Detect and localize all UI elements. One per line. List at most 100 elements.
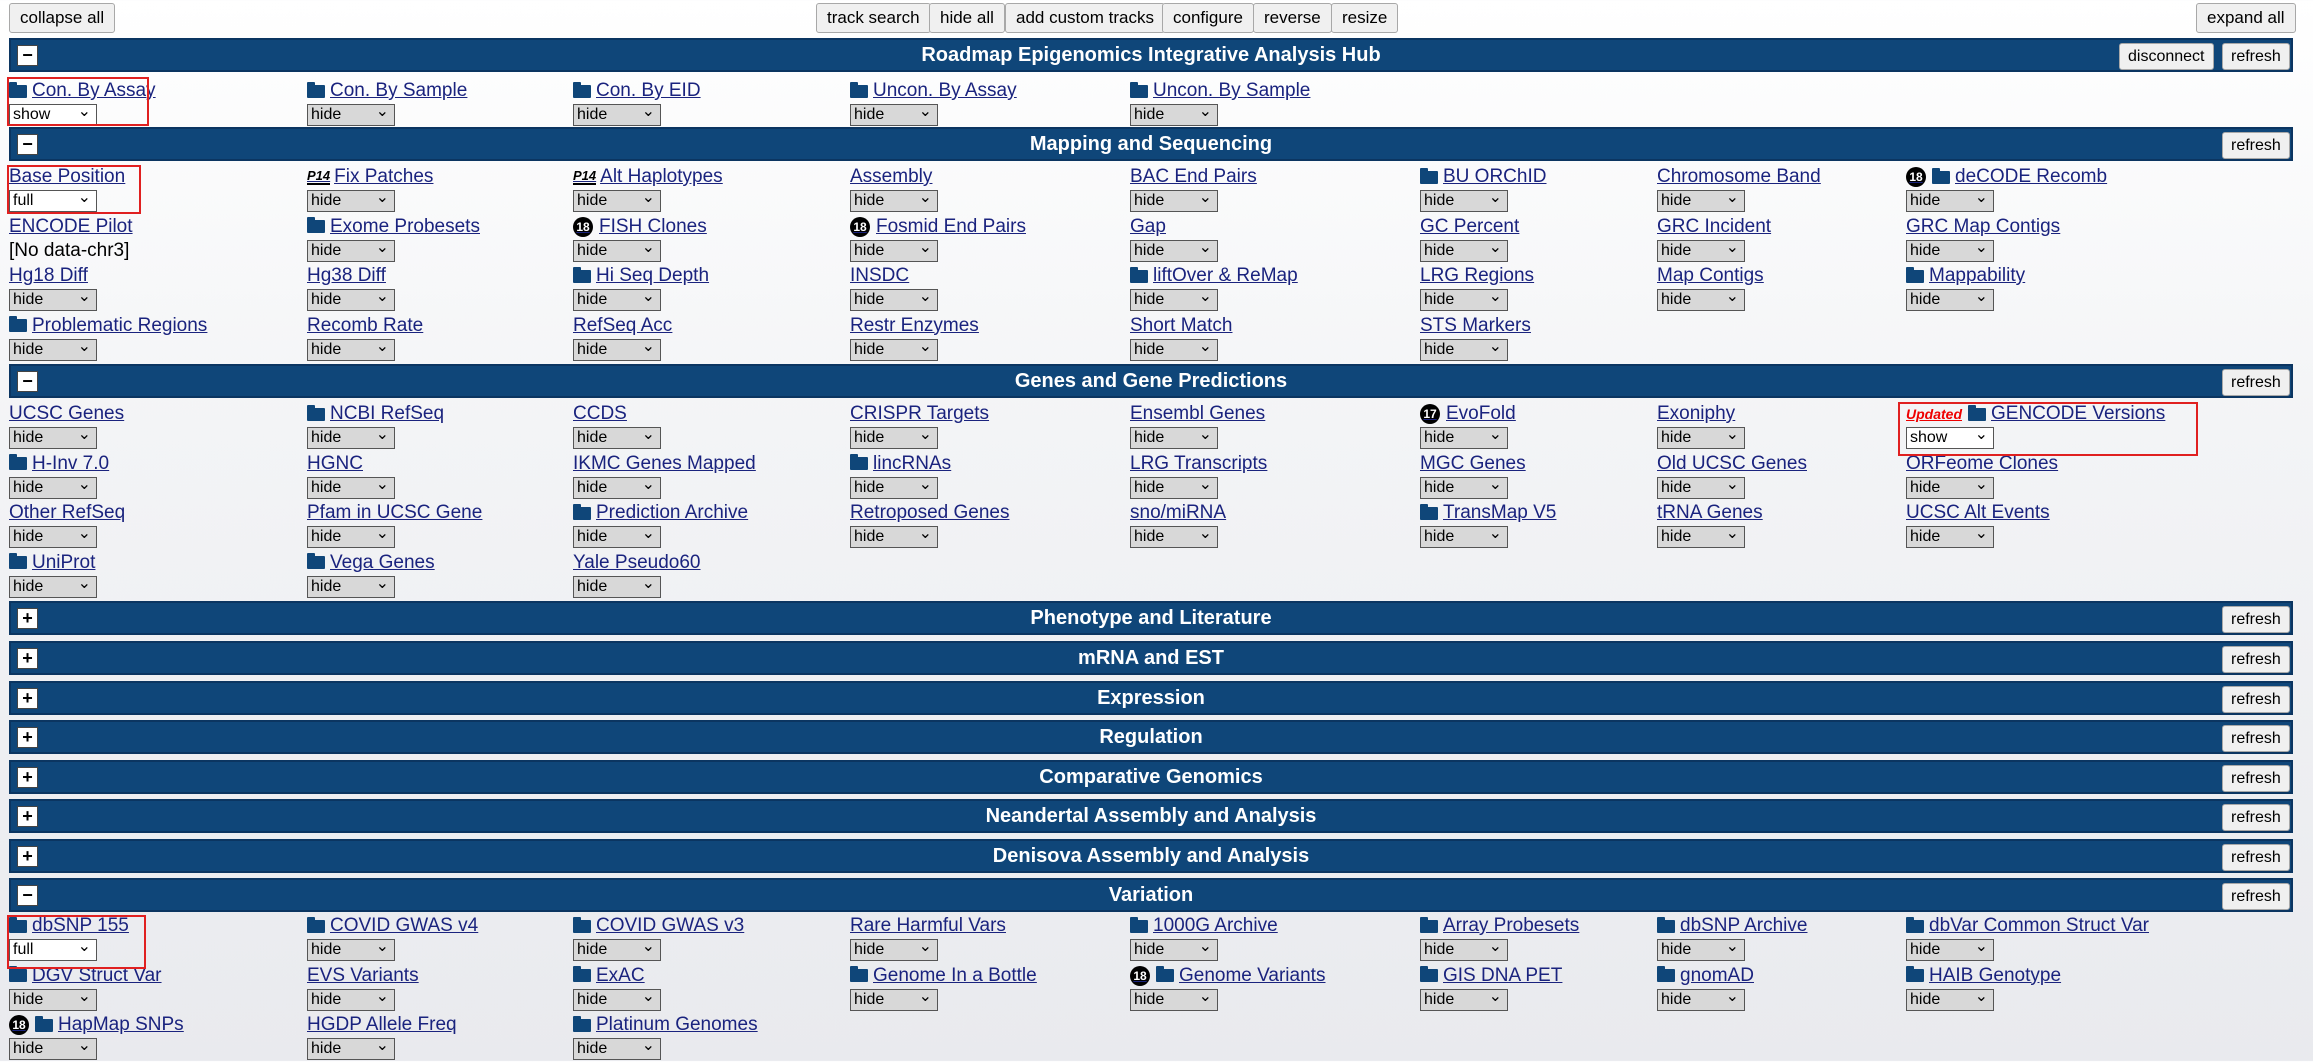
visibility-select[interactable]: hide	[573, 188, 661, 212]
track-link[interactable]: CRISPR Targets	[850, 403, 989, 425]
folder-icon[interactable]	[307, 404, 325, 421]
folder-icon[interactable]	[573, 1015, 591, 1032]
visibility-select[interactable]: hide	[1130, 102, 1218, 126]
visibility-select[interactable]: hide	[1130, 524, 1218, 548]
track-link[interactable]: Exoniphy	[1657, 403, 1735, 425]
visibility-select[interactable]: hide	[9, 1036, 97, 1060]
track-link[interactable]: Alt Haplotypes	[600, 166, 723, 188]
folder-icon[interactable]	[1420, 167, 1438, 184]
folder-icon[interactable]	[9, 966, 27, 982]
track-link[interactable]: Rare Harmful Vars	[850, 915, 1006, 937]
visibility-select[interactable]: hide	[1657, 937, 1745, 961]
visibility-select[interactable]: hide	[850, 238, 938, 262]
folder-icon[interactable]	[1906, 966, 1924, 982]
track-link[interactable]: Prediction Archive	[596, 502, 748, 524]
visibility-select[interactable]: hide	[850, 102, 938, 126]
track-link[interactable]: H-Inv 7.0	[32, 453, 109, 475]
track-link[interactable]: Vega Genes	[330, 552, 435, 574]
visibility-select[interactable]: hide	[1130, 287, 1218, 311]
track-link[interactable]: Uncon. By Sample	[1153, 80, 1310, 102]
visibility-select[interactable]: hide	[307, 287, 395, 311]
visibility-select[interactable]: hide	[1657, 287, 1745, 311]
visibility-select[interactable]: hide	[307, 188, 395, 212]
visibility-select[interactable]: hide	[307, 1036, 395, 1060]
visibility-select[interactable]: hide	[307, 238, 395, 262]
folder-icon[interactable]	[1420, 966, 1438, 982]
folder-icon[interactable]	[1906, 266, 1924, 283]
track-link[interactable]: Exome Probesets	[330, 216, 480, 238]
track-link[interactable]: liftOver & ReMap	[1153, 265, 1298, 287]
visibility-select[interactable]: hide	[9, 574, 97, 598]
visibility-select[interactable]: hide	[850, 188, 938, 212]
folder-icon[interactable]	[307, 81, 325, 98]
refresh-button[interactable]: refresh	[2222, 883, 2290, 910]
track-link[interactable]: BAC End Pairs	[1130, 166, 1257, 188]
folder-icon[interactable]	[573, 916, 591, 933]
visibility-select[interactable]: hide	[1130, 188, 1218, 212]
visibility-select[interactable]: hide	[1420, 238, 1508, 262]
visibility-select[interactable]: hide	[307, 337, 395, 361]
visibility-select[interactable]: hide	[573, 1036, 661, 1060]
track-link[interactable]: CCDS	[573, 403, 627, 425]
folder-icon[interactable]	[1420, 916, 1438, 933]
visibility-select[interactable]: hide	[1420, 524, 1508, 548]
folder-icon[interactable]	[850, 454, 868, 470]
visibility-select[interactable]: hide	[573, 574, 661, 598]
track-link[interactable]: Assembly	[850, 166, 932, 188]
track-link[interactable]: Fix Patches	[334, 166, 433, 188]
collapse-all-button[interactable]: collapse all	[9, 3, 116, 33]
folder-icon[interactable]	[307, 553, 325, 569]
track-link[interactable]: Map Contigs	[1657, 265, 1764, 287]
refresh-button[interactable]: refresh	[2222, 765, 2290, 792]
folder-icon[interactable]	[850, 966, 868, 982]
visibility-select[interactable]: hide	[1906, 475, 1994, 499]
visibility-select[interactable]: hide	[9, 337, 97, 361]
folder-icon[interactable]	[9, 316, 27, 332]
track-link[interactable]: Chromosome Band	[1657, 166, 1821, 188]
track-link[interactable]: RefSeq Acc	[573, 315, 672, 337]
folder-icon[interactable]	[9, 454, 27, 470]
visibility-select[interactable]: hide	[1420, 188, 1508, 212]
visibility-select[interactable]: hide	[1657, 475, 1745, 499]
track-link[interactable]: Genome In a Bottle	[873, 965, 1037, 987]
refresh-button[interactable]: refresh	[2222, 606, 2290, 633]
visibility-select[interactable]: hide	[573, 937, 661, 961]
visibility-select[interactable]: hide	[1906, 524, 1994, 548]
track-link[interactable]: Old UCSC Genes	[1657, 453, 1807, 475]
folder-icon[interactable]	[307, 916, 325, 933]
folder-icon[interactable]	[573, 503, 591, 520]
track-link[interactable]: COVID GWAS v3	[596, 915, 744, 937]
visibility-select[interactable]: hide	[573, 238, 661, 262]
track-link[interactable]: UCSC Alt Events	[1906, 502, 2050, 524]
track-link[interactable]: INSDC	[850, 265, 909, 287]
folder-icon[interactable]	[573, 81, 591, 98]
track-link[interactable]: lincRNAs	[873, 453, 951, 475]
folder-icon[interactable]	[1932, 167, 1950, 184]
track-link[interactable]: GRC Map Contigs	[1906, 216, 2060, 238]
visibility-select[interactable]: hide	[1657, 238, 1745, 262]
track-link[interactable]: Hi Seq Depth	[596, 265, 709, 287]
track-link[interactable]: sno/miRNA	[1130, 502, 1226, 524]
reverse-button[interactable]: reverse	[1253, 3, 1332, 33]
visibility-select[interactable]: hide	[1906, 188, 1994, 212]
visibility-select[interactable]: hide	[9, 425, 97, 449]
track-link[interactable]: NCBI RefSeq	[330, 403, 444, 425]
track-link[interactable]: HAIB Genotype	[1929, 965, 2061, 987]
track-link[interactable]: Con. By EID	[596, 80, 701, 102]
visibility-select[interactable]: hide	[1906, 937, 1994, 961]
track-link[interactable]: ENCODE Pilot	[9, 216, 133, 238]
track-link[interactable]: Mappability	[1929, 265, 2025, 287]
add-custom-tracks-button[interactable]: add custom tracks	[1005, 3, 1165, 33]
track-link[interactable]: IKMC Genes Mapped	[573, 453, 756, 475]
visibility-select[interactable]: hide	[1130, 475, 1218, 499]
expand-all-button[interactable]: expand all	[2196, 3, 2296, 33]
visibility-select[interactable]: hide	[1657, 987, 1745, 1011]
refresh-button[interactable]: refresh	[2222, 804, 2290, 831]
visibility-select[interactable]: hide	[9, 475, 97, 499]
visibility-select[interactable]: hide	[1420, 475, 1508, 499]
folder-icon[interactable]	[9, 553, 27, 569]
track-link[interactable]: UCSC Genes	[9, 403, 124, 425]
visibility-select[interactable]: hide	[1420, 987, 1508, 1011]
folder-icon[interactable]	[1657, 916, 1675, 933]
track-link[interactable]: LRG Regions	[1420, 265, 1534, 287]
